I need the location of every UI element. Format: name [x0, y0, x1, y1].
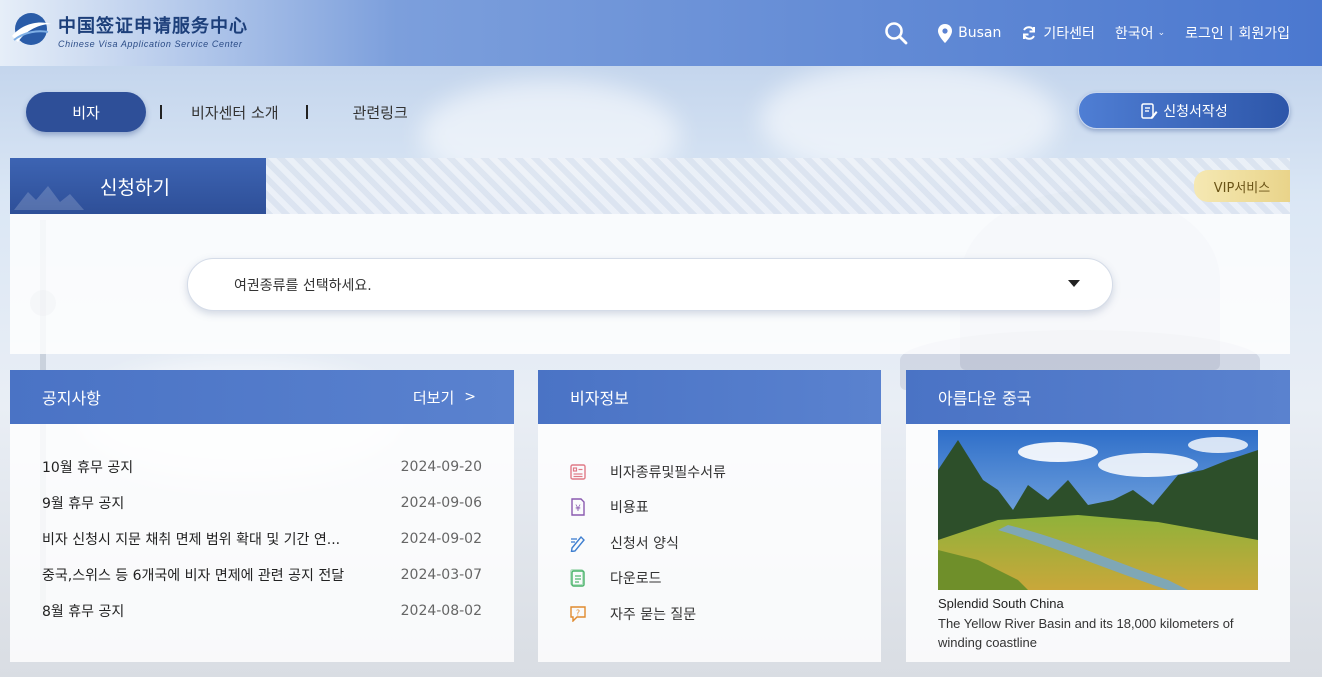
application-form-label: 신청서작성 — [1163, 103, 1228, 120]
beautiful-china-title: 아름다운 중국 — [938, 389, 1032, 408]
beautiful-china-header: 아름다운 중국 — [906, 370, 1290, 424]
site-logo[interactable]: 中国签证申请服务中心 Chinese Visa Application Serv… — [10, 10, 248, 50]
location-pin-icon — [938, 23, 953, 43]
document-list-icon — [568, 462, 588, 482]
notice-item[interactable]: 8월 휴무 공지 2024-08-02 — [42, 593, 482, 629]
nav-divider — [305, 105, 308, 119]
pen-icon — [568, 533, 588, 553]
svg-text:¥: ¥ — [575, 504, 581, 514]
header-nav: Busan 기타센터 한국어 ⌄ 로그인 | 회원가입 — [864, 0, 1290, 66]
passport-select-panel: 여권종류를 선택하세요. — [10, 214, 1290, 354]
logo-chinese-text: 中国签证申请服务中心 — [58, 15, 248, 37]
visa-info-label: 자주 묻는 질문 — [610, 606, 697, 623]
location-selector[interactable]: Busan — [938, 23, 1002, 43]
notice-item-date: 2024-03-07 — [400, 567, 482, 583]
notice-item-date: 2024-09-02 — [400, 531, 482, 547]
yen-icon: ¥ — [568, 497, 588, 517]
notice-item-title: 비자 신청시 지문 채취 면제 범위 확대 및 기간 연... — [42, 532, 341, 548]
nav-divider — [160, 105, 162, 119]
faq-icon: ? — [568, 604, 588, 624]
language-selector[interactable]: 한국어 ⌄ — [1115, 23, 1165, 43]
notice-item-title: 중국,스위스 등 6개국에 비자 면제에 관련 공지 전달 — [42, 568, 345, 584]
visa-info-item-forms[interactable]: 신청서 양식 — [568, 525, 881, 561]
notice-list: 10월 휴무 공지 2024-09-20 9월 휴무 공지 2024-09-06… — [10, 424, 514, 662]
apply-title: 신청하기 — [100, 176, 170, 199]
dropdown-arrow-icon — [1068, 280, 1080, 287]
photo-caption-text: The Yellow River Basin and its 18,000 ki… — [938, 616, 1234, 650]
notice-item-title: 8월 휴무 공지 — [42, 604, 125, 620]
notice-item[interactable]: 9월 휴무 공지 2024-09-06 — [42, 485, 482, 521]
notice-item[interactable]: 비자 신청시 지문 채취 면제 범위 확대 및 기간 연... 2024-09-… — [42, 521, 482, 557]
landscape-photo[interactable] — [938, 430, 1258, 590]
notice-header: 공지사항 더보기 > — [10, 370, 514, 424]
notice-item-date: 2024-09-20 — [400, 459, 482, 475]
notice-item-date: 2024-09-06 — [400, 495, 482, 511]
notice-more-link[interactable]: 더보기 > — [413, 370, 476, 424]
notice-item[interactable]: 중국,스위스 등 6개국에 비자 면제에 관련 공지 전달 2024-03-07 — [42, 557, 482, 593]
notice-item-title: 10월 휴무 공지 — [42, 460, 134, 476]
beautiful-china-body: Splendid South China The Yellow River Ba… — [906, 424, 1290, 662]
sub-navigation: 비자 비자센터 소개 관련링크 — [26, 92, 408, 132]
chevron-right-icon: > — [464, 389, 476, 405]
signup-link[interactable]: 회원가입 — [1238, 23, 1290, 43]
visa-info-item-download[interactable]: 다운로드 — [568, 561, 881, 597]
tab-visa-center-intro[interactable]: 비자센터 소개 — [191, 102, 279, 123]
visa-info-panel: 비자정보 비자종류및필수서류 ¥ 비용표 신청서 양식 다운로드 ? 자주 묻는… — [538, 370, 881, 662]
search-icon — [885, 22, 908, 45]
apply-tab: 신청하기 — [10, 158, 266, 214]
visa-info-item-faq[interactable]: ? 자주 묻는 질문 — [568, 596, 881, 632]
visa-info-label: 신청서 양식 — [610, 535, 679, 552]
tab-visa[interactable]: 비자 — [26, 92, 146, 132]
beautiful-china-panel: 아름다운 중국 Splendid South China The Yellow … — [906, 370, 1290, 662]
form-edit-icon — [1141, 102, 1158, 119]
refresh-icon — [1023, 26, 1036, 40]
visa-info-label: 비자종류및필수서류 — [610, 464, 726, 481]
visa-info-item-fees[interactable]: ¥ 비용표 — [568, 490, 881, 526]
login-link[interactable]: 로그인 — [1185, 23, 1224, 43]
link-separator: | — [1228, 25, 1234, 41]
search-button[interactable] — [884, 21, 914, 45]
visa-info-label: 다운로드 — [610, 571, 662, 588]
chevron-down-icon: ⌄ — [1157, 28, 1166, 38]
application-form-button[interactable]: 신청서작성 — [1078, 92, 1290, 129]
notice-item-date: 2024-08-02 — [400, 603, 482, 619]
other-center-label: 기타센터 — [1043, 26, 1095, 42]
notice-panel: 공지사항 더보기 > 10월 휴무 공지 2024-09-20 9월 휴무 공지… — [10, 370, 514, 662]
other-center-link[interactable]: 기타센터 — [1021, 23, 1095, 43]
location-label: Busan — [958, 25, 1002, 41]
passport-select-placeholder: 여권종류를 선택하세요. — [234, 277, 372, 294]
more-label: 더보기 — [412, 388, 455, 407]
language-label: 한국어 — [1114, 26, 1154, 42]
notice-title: 공지사항 — [42, 389, 101, 408]
account-links: 로그인 | 회원가입 — [1185, 23, 1290, 43]
logo-english-text: Chinese Visa Application Service Center — [58, 38, 243, 49]
photo-caption-title: Splendid South China — [938, 596, 1064, 611]
notice-item-title: 9월 휴무 공지 — [42, 496, 125, 512]
visa-info-label: 비용표 — [610, 500, 649, 517]
mountain-decoration-icon — [14, 186, 84, 210]
top-header: 中国签证申请服务中心 Chinese Visa Application Serv… — [0, 0, 1322, 66]
logo-swoosh-icon — [12, 13, 51, 45]
visa-info-title: 비자정보 — [570, 389, 629, 408]
notice-item[interactable]: 10월 휴무 공지 2024-09-20 — [42, 449, 482, 485]
svg-text:?: ? — [576, 608, 580, 617]
visa-info-list: 비자종류및필수서류 ¥ 비용표 신청서 양식 다운로드 ? 자주 묻는 질문 — [538, 424, 881, 662]
vip-service-button[interactable]: VIP서비스 — [1194, 170, 1290, 202]
apply-banner: 신청하기 VIP서비스 — [10, 158, 1290, 214]
tab-related-links[interactable]: 관련링크 — [353, 102, 408, 123]
visa-info-header: 비자정보 — [538, 370, 881, 424]
passport-type-select[interactable]: 여권종류를 선택하세요. — [187, 258, 1113, 311]
visa-info-item-types[interactable]: 비자종류및필수서류 — [568, 454, 881, 490]
download-doc-icon — [568, 568, 588, 588]
